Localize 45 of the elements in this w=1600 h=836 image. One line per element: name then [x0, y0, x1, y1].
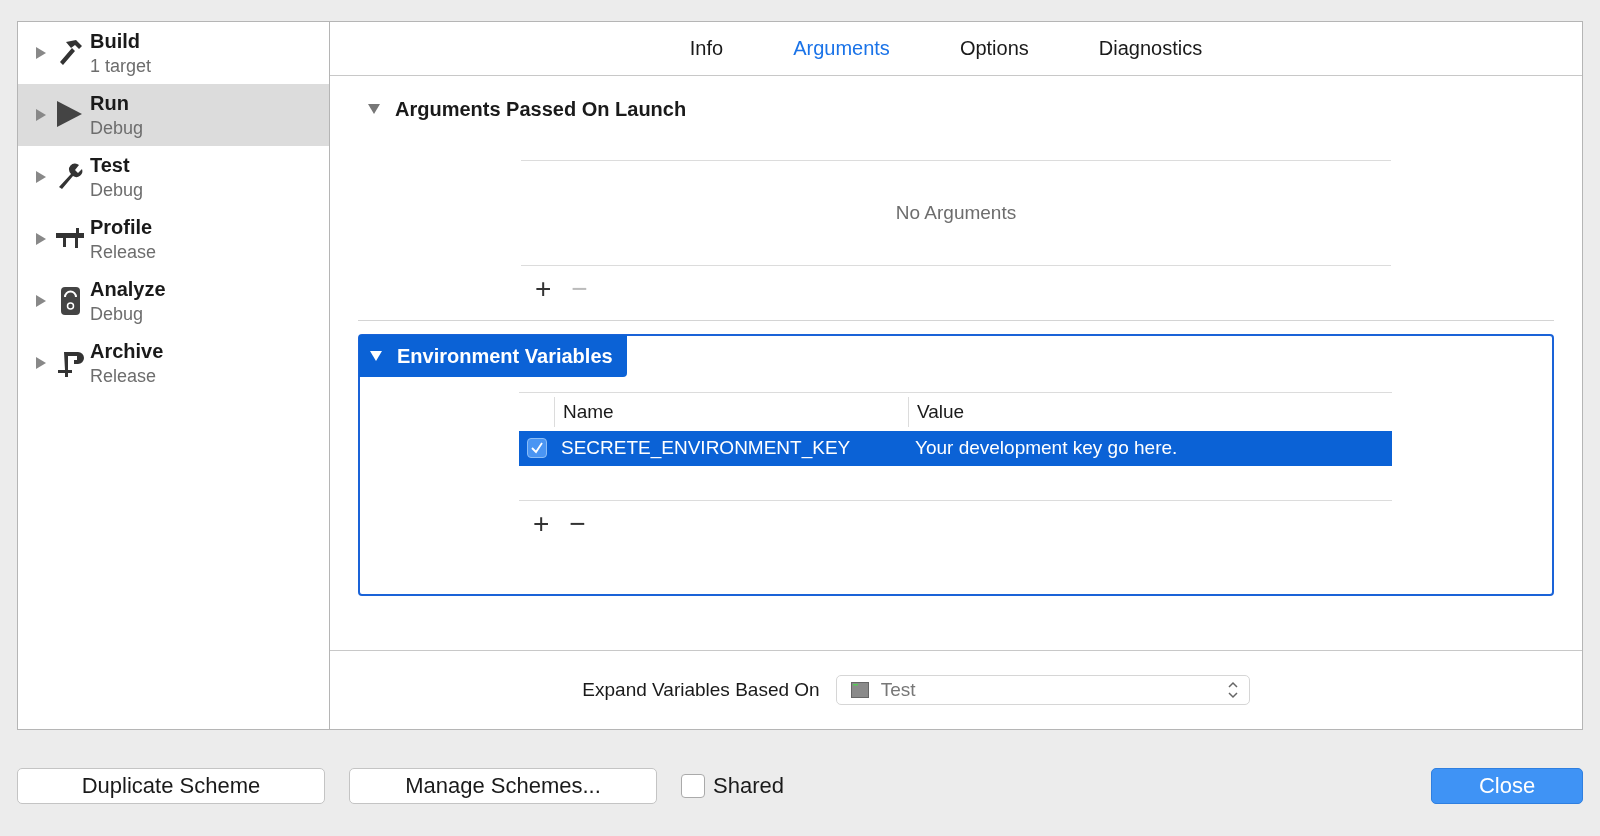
scheme-action-item[interactable]: Run Debug [18, 84, 329, 146]
scheme-action-item[interactable]: Archive Release [18, 332, 329, 394]
tab[interactable]: Info [654, 33, 759, 64]
empty-message: No Arguments [895, 202, 1017, 224]
column-header[interactable]: Name [555, 397, 909, 427]
section-title: Arguments Passed On Launch [395, 97, 687, 121]
item-subtitle: Debug [90, 302, 145, 326]
updown-chevron-icon [1226, 681, 1239, 699]
item-subtitle: Release [90, 364, 158, 388]
section-header[interactable]: Arguments Passed On Launch [358, 76, 1554, 120]
item-title: Run [90, 90, 130, 116]
table-cell-text: SECRETE_ENVIRONMENT_KEY [560, 437, 852, 459]
tab[interactable]: Options [924, 33, 1064, 64]
checkbox-label: Shared [713, 773, 784, 799]
item-subtitle: Debug [90, 116, 144, 140]
add-button[interactable]: + [529, 272, 558, 306]
scheme-action-item[interactable]: Analyze Debug [18, 270, 329, 332]
item-subtitle: Release [90, 240, 157, 264]
push-button[interactable]: Manage Schemes... [349, 768, 657, 804]
checkbox[interactable] [681, 774, 705, 798]
popup-button[interactable]: Test [835, 675, 1250, 705]
tab[interactable]: Arguments [758, 33, 925, 64]
item-subtitle: Debug [90, 178, 144, 202]
popup-value: Test [880, 679, 917, 701]
remove-button[interactable]: − [563, 507, 592, 541]
terminal-icon [850, 682, 869, 698]
item-title: Profile [90, 214, 154, 240]
item-title: Archive [90, 338, 164, 364]
scheme-action-item[interactable]: Test Debug [18, 146, 329, 208]
section-header[interactable]: Environment Variables [359, 335, 627, 377]
tab[interactable]: Diagnostics [1063, 33, 1238, 64]
table-row[interactable]: SECRETE_ENVIRONMENT_KEY Your development key go here. [519, 431, 1392, 466]
checkbox[interactable] [527, 438, 547, 458]
push-button[interactable]: Duplicate Scheme [17, 768, 325, 804]
item-title: Analyze [90, 276, 166, 302]
item-title: Test [90, 152, 131, 178]
section-title: Environment Variables [397, 344, 613, 368]
add-button[interactable]: + [527, 507, 556, 541]
field-label: Expand Variables Based On [582, 679, 820, 701]
item-subtitle: 1 target [90, 54, 152, 78]
scheme-action-item[interactable]: Build 1 target [18, 22, 329, 84]
item-title: Build [90, 28, 141, 54]
scheme-action-item[interactable]: Profile Release [18, 208, 329, 270]
table-cell-text: Your development key go here. [914, 437, 1178, 459]
column-header[interactable]: Value [909, 397, 965, 427]
